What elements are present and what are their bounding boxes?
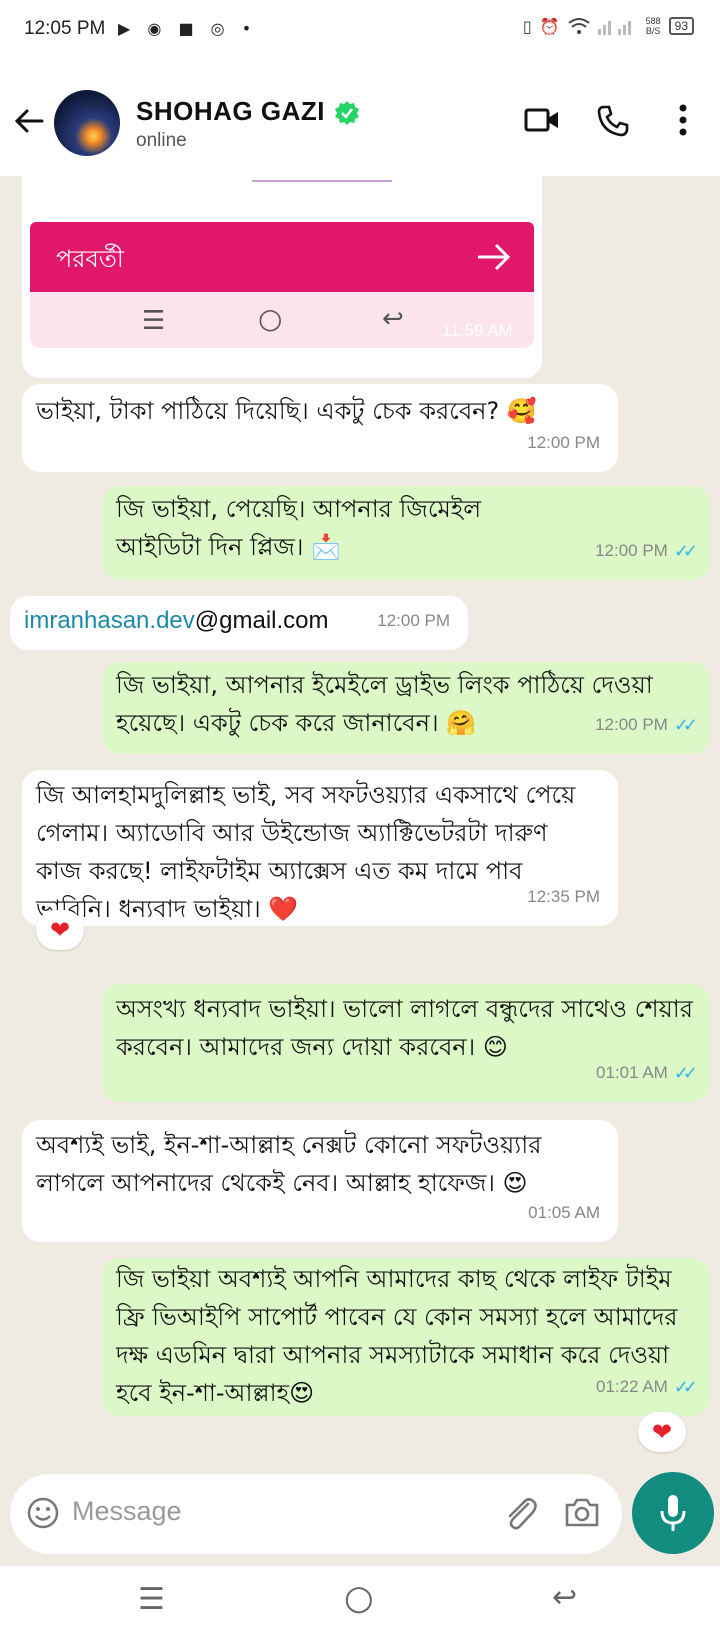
message-meta: 01:05 AM [528,1203,600,1222]
message-text: জি ভাইয়া, পেয়েছি। আপনার জিমেইল আইডিটা … [116,495,482,561]
image-message[interactable]: পরবর্তী ☰ ○ ↩ 11:59 AM [22,176,542,378]
battery-icon: 93 [668,17,694,35]
message-meta: 12:00 PM ✓✓ [595,532,698,570]
message-outgoing[interactable]: জি ভাইয়া, পেয়েছি। আপনার জিমেইল আইডিটা … [102,486,710,580]
signal-icon [597,21,631,35]
status-time: 12:05 PM [24,18,106,39]
message-text: ভাইয়া, টাকা পাঠিয়ে দিয়েছি। একটু চেক ক… [36,397,537,425]
message-meta: 12:35 PM [527,887,600,906]
message-incoming[interactable]: imranhasan.dev@gmail.com 12:00 PM [10,596,468,650]
message-meta: 12:00 PM [377,611,450,630]
recents-icon[interactable]: ☰ [138,1582,165,1617]
chat-header: SHOHAG GAZI online [0,58,720,176]
verified-badge-icon [335,101,359,125]
message-meta: 01:01 AM ✓✓ [596,1054,698,1092]
message-meta: 01:22 AM ✓✓ [596,1368,698,1406]
system-nav-bar: ☰ ○ ↩ [0,1566,720,1640]
notification-icons: ▶ ◉ ■ ◎ • [118,19,258,38]
read-ticks-icon: ✓✓ [673,541,698,561]
home-icon[interactable]: ○ [344,1578,374,1618]
back-arrow-icon[interactable] [12,104,46,138]
attach-icon[interactable] [502,1494,538,1532]
email-domain: @gmail.com [194,607,329,634]
more-options-icon[interactable] [678,104,688,136]
back-icon[interactable]: ↩ [552,1580,577,1615]
microphone-icon [660,1495,686,1531]
chat-area[interactable]: পরবর্তী ☰ ○ ↩ 11:59 AM ভাইয়া, টাকা পাঠি… [0,176,720,1470]
mic-button[interactable] [632,1472,714,1554]
message-outgoing[interactable]: জি ভাইয়া, আপনার ইমেইলে ড্রাইভ লিংক পাঠি… [102,662,710,754]
message-outgoing[interactable]: অসংখ্য ধন্যবাদ ভাইয়া। ভালো লাগলে বন্ধুদ… [102,984,710,1102]
emoji-icon[interactable] [26,1496,60,1530]
next-button-label: পরবর্তী [56,245,124,273]
read-ticks-icon: ✓✓ [673,1063,698,1083]
arrow-right-icon [478,243,511,271]
net-speed: 588 B/S [645,16,661,36]
avatar[interactable] [54,90,120,156]
home-icon: ○ [258,302,283,335]
message-input-box[interactable]: Message [10,1474,622,1554]
message-time: 11:59 AM [442,321,513,340]
wifi-icon [567,18,590,34]
menu-icon: ☰ [142,306,166,336]
message-text: জি আলহামদুলিল্লাহ ভাই, সব সফটওয়্যার একস… [36,781,576,923]
message-input[interactable]: Message [72,1496,182,1527]
message-meta: 12:00 PM ✓✓ [595,706,698,744]
message-text: অবশ্যই ভাই, ইন-শা-আল্লাহ নেক্সট কোনো সফট… [36,1131,542,1197]
screenshot-divider [252,180,392,182]
message-meta: 12:00 PM [527,433,600,452]
read-ticks-icon: ✓✓ [673,1377,698,1397]
composer-bar: Message [0,1470,720,1566]
contact-name[interactable]: SHOHAG GAZI [136,96,325,127]
video-call-icon[interactable] [524,104,560,136]
message-incoming[interactable]: জি আলহামদুলিল্লাহ ভাই, সব সফটওয়্যার একস… [22,770,618,926]
alarm-icon: ⏰ [539,16,560,36]
read-ticks-icon: ✓✓ [673,715,698,735]
heart-reaction[interactable]: ❤ [638,1412,686,1452]
screenshot-next-button: পরবর্তী [30,222,534,292]
camera-icon[interactable] [564,1496,600,1528]
message-incoming[interactable]: ভাইয়া, টাকা পাঠিয়ে দিয়েছি। একটু চেক ক… [22,384,618,472]
vibrate-icon: ▯ [522,16,532,36]
heart-reaction[interactable]: ❤ [36,910,84,950]
voice-call-icon[interactable] [596,104,630,138]
screenshot-nav-strip: ☰ ○ ↩ 11:59 AM [30,292,534,348]
status-bar: 12:05 PM ▶ ◉ ■ ◎ • ▯ ⏰ 588 B/S 93 [0,0,720,58]
contact-presence: online [136,130,187,151]
message-incoming[interactable]: অবশ্যই ভাই, ইন-শা-আল্লাহ নেক্সট কোনো সফট… [22,1120,618,1242]
status-icons: ▯ ⏰ 588 B/S 93 [523,16,694,36]
email-link[interactable]: imranhasan.dev [24,607,195,634]
message-outgoing[interactable]: জি ভাইয়া অবশ্যই আপনি আমাদের কাছ থেকে লা… [102,1258,710,1416]
return-icon: ↩ [382,304,404,334]
